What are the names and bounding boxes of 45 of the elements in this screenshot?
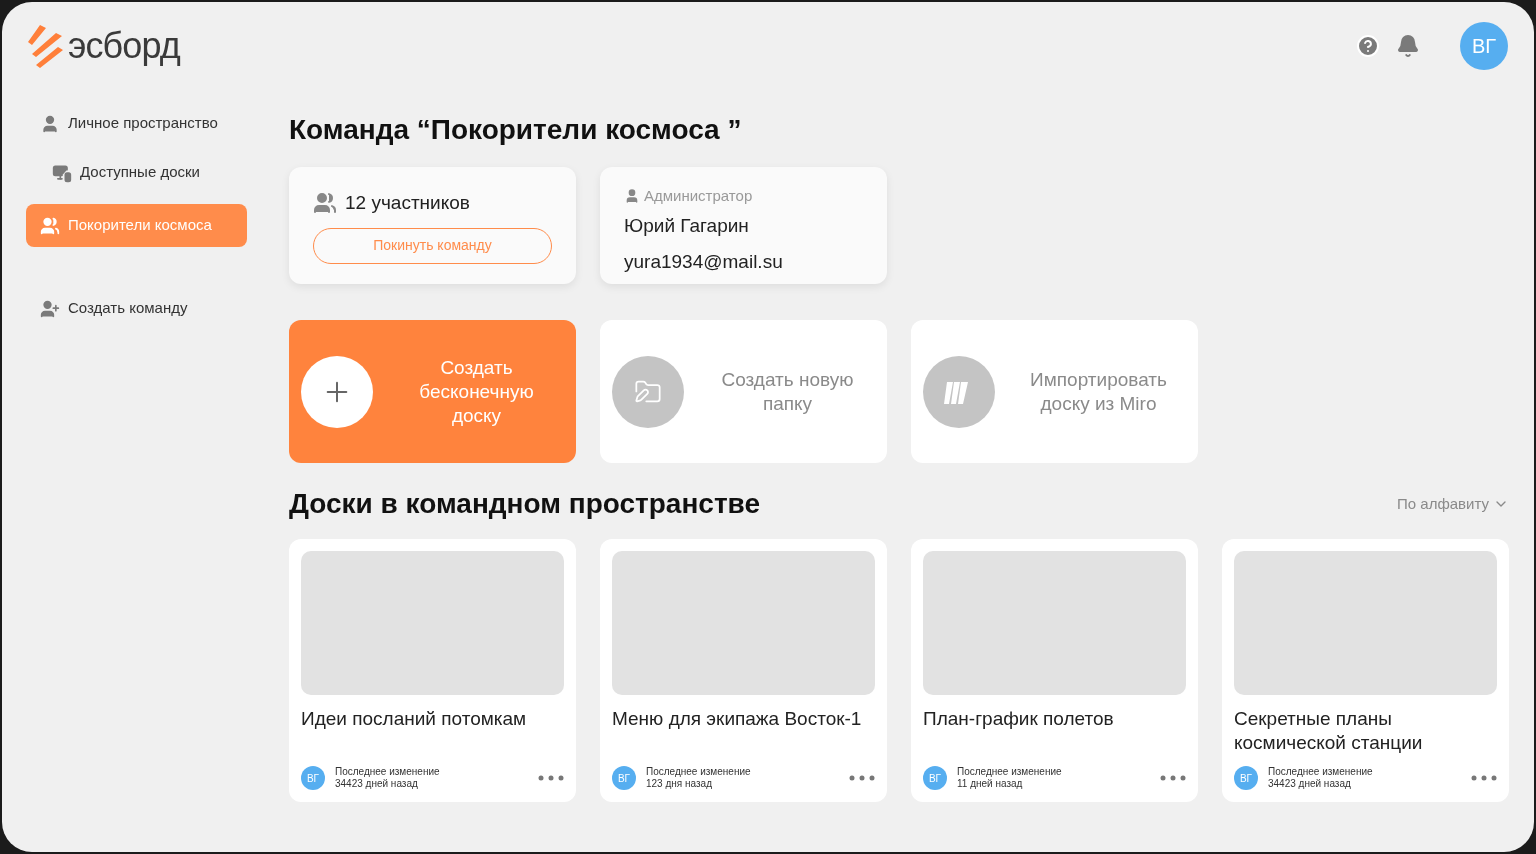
more-options-icon[interactable] — [849, 775, 875, 781]
admin-email: yura1934@mail.su — [624, 250, 784, 274]
board-title: Меню для экипажа Восток-1 — [612, 707, 863, 731]
miro-logo-icon — [923, 355, 995, 428]
last-modified-time: 123 дня назад — [646, 778, 713, 790]
user-avatar: ВГ — [612, 766, 636, 790]
last-modified-label: Последнее изменение — [335, 766, 441, 778]
board-title: Секретные планы космической станции — [1234, 707, 1424, 755]
admin-role: Администратор — [644, 186, 753, 206]
last-modified-label: Последнее изменение — [957, 766, 1063, 778]
sidebar-item[interactable]: Личное пространство — [26, 102, 247, 145]
more-options-icon[interactable] — [538, 775, 564, 781]
sidebar-item[interactable]: Создать команду — [26, 287, 247, 330]
board-card[interactable]: План-график полетов ВГ Последнее изменение 11 дней назад — [911, 539, 1198, 802]
admin-name: Юрий Гагарин — [624, 213, 750, 238]
board-card[interactable]: Секретные планы космической станции ВГ Последнее изменение 34423 дней назад — [1222, 539, 1509, 802]
team-icon — [40, 215, 60, 236]
last-modified-label: Последнее изменение — [646, 766, 752, 778]
team-icon — [313, 191, 337, 216]
user-avatar: ВГ — [1234, 766, 1258, 790]
board-title: План-график полетов — [923, 707, 1115, 731]
person-icon — [624, 188, 640, 205]
add-person-icon — [40, 298, 60, 319]
board-card[interactable]: Идеи посланий потомкам ВГ Последнее изменение 34423 дней назад — [289, 539, 576, 802]
action-card[interactable]: Создать новую папку — [600, 320, 887, 463]
logo-icon — [26, 23, 64, 69]
last-modified-time: 11 дней назад — [957, 778, 1024, 790]
notification-bell-icon[interactable] — [1396, 34, 1420, 58]
last-modified-time: 34423 дней назад — [335, 778, 419, 790]
boards-section-title: Доски в командном пространстве — [289, 487, 761, 521]
board-card[interactable]: Меню для экипажа Восток-1 ВГ Последнее изменение 123 дня назад — [600, 539, 887, 802]
more-options-icon[interactable] — [1160, 775, 1186, 781]
sidebar-item[interactable]: Доступные доски — [26, 151, 247, 194]
members-count: 12 участников — [345, 191, 470, 215]
action-card[interactable]: Импортировать доску из Miro — [911, 320, 1198, 463]
board-title: Идеи посланий потомкам — [301, 707, 528, 731]
user-avatar: ВГ — [301, 766, 325, 790]
person-icon — [40, 113, 60, 134]
more-options-icon[interactable] — [1471, 775, 1497, 781]
help-icon[interactable] — [1356, 34, 1380, 58]
last-modified-time: 34423 дней назад — [1268, 778, 1352, 790]
user-avatar: ВГ — [923, 766, 947, 790]
last-modified-label: Последнее изменение — [1268, 766, 1374, 778]
logo-text: эсборд — [68, 28, 180, 64]
team-title: Команда “Покорители космоса ” — [289, 113, 743, 147]
